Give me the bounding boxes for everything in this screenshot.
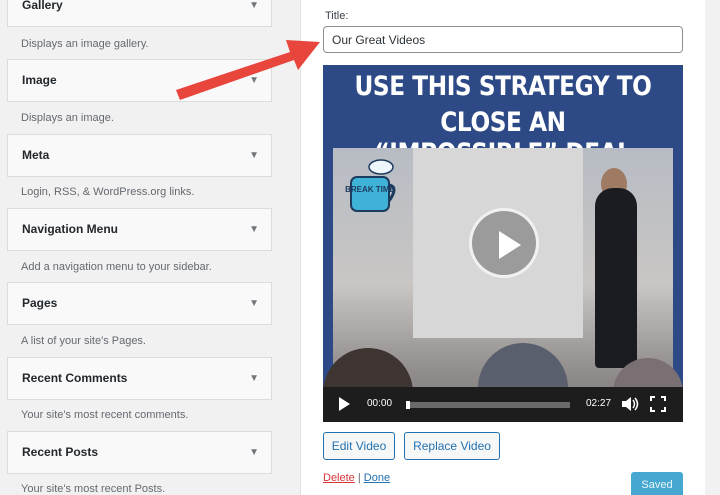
video-headline-line1: USE THIS STRATEGY TO xyxy=(354,71,652,102)
delete-link[interactable]: Delete xyxy=(323,472,355,484)
widget-recent-posts[interactable]: Recent Posts ▼ xyxy=(7,431,272,474)
replace-video-button[interactable]: Replace Video xyxy=(404,432,500,460)
link-separator: | xyxy=(357,472,361,484)
duration: 02:27 xyxy=(586,398,612,409)
widget-title: Image xyxy=(22,73,57,87)
widget-title: Pages xyxy=(22,296,58,310)
saved-button[interactable]: Saved xyxy=(631,472,683,495)
widget-description: Your site's most recent comments. xyxy=(21,409,189,421)
chevron-down-icon[interactable]: ▼ xyxy=(249,150,259,161)
play-icon[interactable] xyxy=(339,397,350,411)
chevron-down-icon[interactable]: ▼ xyxy=(249,298,259,309)
video-controls-bar: 00:00 02:27 xyxy=(323,387,683,422)
title-label: Title: xyxy=(325,10,349,22)
volume-icon[interactable] xyxy=(621,396,639,412)
chevron-down-icon[interactable]: ▼ xyxy=(249,447,259,458)
widget-meta[interactable]: Meta ▼ xyxy=(7,134,272,177)
chevron-down-icon[interactable]: ▼ xyxy=(249,0,259,11)
presenter xyxy=(595,188,637,368)
widget-recent-comments[interactable]: Recent Comments ▼ xyxy=(7,357,272,400)
widget-gallery[interactable]: Gallery ▼ xyxy=(7,0,272,27)
widget-description: A list of your site's Pages. xyxy=(21,335,146,347)
widget-title: Meta xyxy=(22,148,50,162)
widget-description: Displays an image. xyxy=(21,112,114,124)
chevron-down-icon[interactable]: ▼ xyxy=(249,224,259,235)
current-time: 00:00 xyxy=(367,398,393,409)
widget-description: Your site's most recent Posts. xyxy=(21,483,166,495)
video-player[interactable]: USE THIS STRATEGY TO CLOSE AN “IMPOSSIBL… xyxy=(323,65,683,422)
widget-title: Navigation Menu xyxy=(22,222,119,236)
widget-image[interactable]: Image ▼ xyxy=(7,59,272,102)
widget-description: Add a navigation menu to your sidebar. xyxy=(21,261,212,273)
video-widget-settings-panel: Title: USE THIS STRATEGY TO CLOSE AN “IM… xyxy=(300,0,705,495)
progress-slider[interactable] xyxy=(406,401,570,409)
widget-navigation-menu[interactable]: Navigation Menu ▼ xyxy=(7,208,272,251)
play-overlay-button[interactable] xyxy=(469,208,539,278)
available-widgets-list: Gallery ▼ Displays an image gallery. Ima… xyxy=(0,0,290,495)
widget-description: Login, RSS, & WordPress.org links. xyxy=(21,186,195,198)
widget-title: Gallery xyxy=(22,0,63,12)
widget-actions: Delete | Done xyxy=(323,472,390,484)
done-link[interactable]: Done xyxy=(364,472,390,484)
fullscreen-icon[interactable] xyxy=(650,396,666,412)
chevron-down-icon[interactable]: ▼ xyxy=(249,75,259,86)
chevron-down-icon[interactable]: ▼ xyxy=(249,373,259,384)
widget-description: Displays an image gallery. xyxy=(21,38,149,50)
break-time-mug-icon: BREAK TIME xyxy=(345,159,396,212)
badge-text: BREAK TIME xyxy=(345,185,395,194)
play-icon xyxy=(499,231,521,259)
widget-title: Recent Comments xyxy=(22,371,128,385)
progress-handle[interactable] xyxy=(406,401,410,409)
widget-pages[interactable]: Pages ▼ xyxy=(7,282,272,325)
edit-video-button[interactable]: Edit Video xyxy=(323,432,395,460)
title-input[interactable] xyxy=(323,26,683,53)
widget-title: Recent Posts xyxy=(22,445,99,459)
